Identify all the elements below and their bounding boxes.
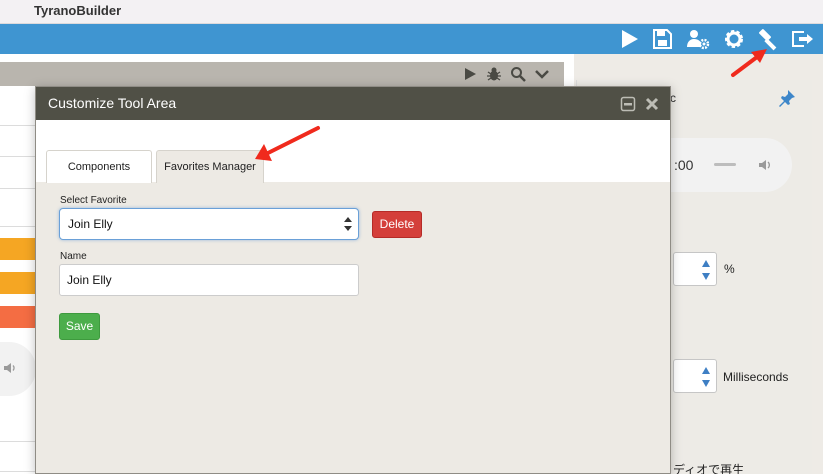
stepper-down-icon[interactable] <box>702 380 710 387</box>
dialog-title: Customize Tool Area <box>48 95 177 111</box>
stepper-down-icon[interactable] <box>702 273 710 280</box>
stepper-up-icon[interactable] <box>702 367 710 374</box>
speaker-icon[interactable] <box>757 156 775 174</box>
list-item[interactable] <box>0 195 36 227</box>
list-item[interactable] <box>0 96 36 126</box>
gear-icon[interactable] <box>722 27 746 51</box>
hammer-icon[interactable] <box>756 27 780 51</box>
bug-icon[interactable] <box>486 66 502 82</box>
name-input[interactable]: Join Elly <box>59 264 359 296</box>
customize-tool-area-dialog: Customize Tool Area Components Favorites… <box>35 86 671 474</box>
list-item[interactable] <box>0 129 36 157</box>
list-item[interactable] <box>0 412 36 442</box>
percent-unit: % <box>724 262 735 276</box>
audio-time: :00 <box>674 157 694 173</box>
save-icon[interactable] <box>650 27 674 51</box>
select-arrows-icon <box>344 217 352 231</box>
list-item[interactable] <box>0 238 36 260</box>
users-settings-icon[interactable] <box>686 27 710 51</box>
chevron-down-icon[interactable] <box>534 66 550 82</box>
tab-favorites-manager[interactable]: Favorites Manager <box>156 150 264 183</box>
list-item[interactable] <box>0 306 36 328</box>
list-item[interactable] <box>0 444 36 472</box>
delete-button[interactable]: Delete <box>372 211 422 238</box>
app-titlebar: TyranoBuilder <box>0 0 823 24</box>
main-toolbar <box>0 24 823 54</box>
name-label: Name <box>60 251 87 262</box>
audio-slider[interactable] <box>714 163 736 166</box>
tab-components[interactable]: Components <box>46 150 152 183</box>
select-favorite-dropdown[interactable]: Join Elly <box>59 208 359 240</box>
list-item[interactable] <box>0 272 36 294</box>
editor-pane-header <box>0 62 564 86</box>
milliseconds-unit: Milliseconds <box>723 370 789 384</box>
search-icon[interactable] <box>510 66 526 82</box>
play-option-label: ディオで再生 <box>673 463 745 474</box>
app-title: TyranoBuilder <box>34 3 122 18</box>
select-favorite-value: Join Elly <box>68 217 113 231</box>
stepper-up-icon[interactable] <box>702 260 710 267</box>
play-icon[interactable] <box>462 66 478 82</box>
save-button[interactable]: Save <box>59 313 100 340</box>
close-icon[interactable] <box>644 96 660 112</box>
list-item[interactable] <box>0 161 36 189</box>
select-favorite-label: Select Favorite <box>60 195 127 206</box>
milliseconds-stepper[interactable] <box>673 359 717 393</box>
dialog-titlebar: Customize Tool Area <box>36 87 670 120</box>
minimize-icon[interactable] <box>620 96 636 112</box>
play-icon[interactable] <box>617 27 641 51</box>
speaker-icon[interactable] <box>2 360 18 376</box>
percent-stepper[interactable] <box>673 252 717 286</box>
pin-icon[interactable] <box>777 88 797 108</box>
exit-icon[interactable] <box>790 27 814 51</box>
